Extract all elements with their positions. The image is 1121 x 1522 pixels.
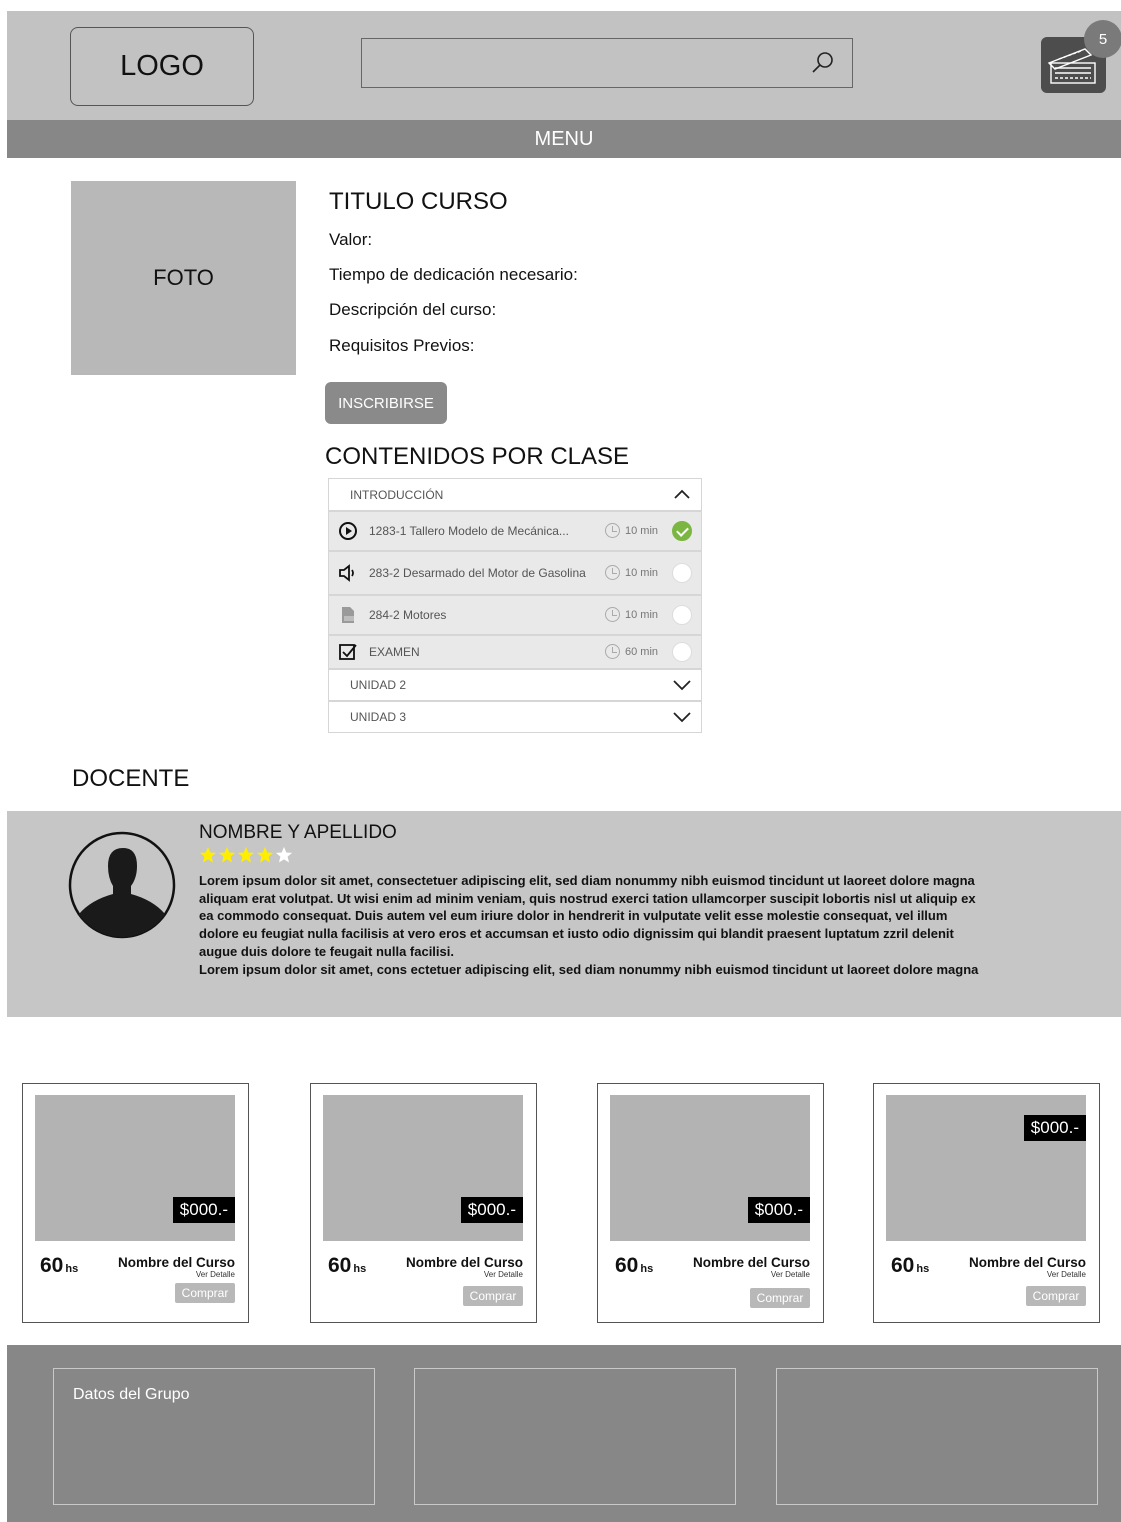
section-header-intro[interactable]: INTRODUCCIÓN xyxy=(328,478,702,511)
course-card[interactable]: $000.- 60 hs Nombre del Curso Ver Detalle… xyxy=(22,1083,249,1323)
course-time-label: Tiempo de dedicación necesario: xyxy=(329,265,578,284)
course-card[interactable]: $000.- 60 hs Nombre del Curso Ver Detalle… xyxy=(597,1083,824,1323)
clock-icon xyxy=(605,644,620,659)
course-name[interactable]: Nombre del Curso xyxy=(969,1255,1086,1270)
course-card-image: $000.- xyxy=(35,1095,235,1241)
course-price-label: Valor: xyxy=(329,230,373,249)
completed-check-icon[interactable] xyxy=(672,521,692,541)
course-name[interactable]: Nombre del Curso xyxy=(693,1255,810,1270)
clock-icon xyxy=(605,565,620,580)
teacher-bio: Lorem ipsum dolor sit amet, consectetuer… xyxy=(199,872,1039,978)
exam-icon xyxy=(339,644,357,660)
item-duration: 10 min xyxy=(605,523,658,538)
contents-title: CONTENIDOS POR CLASE xyxy=(325,443,630,470)
chevron-down-icon[interactable] xyxy=(672,707,692,727)
buy-button[interactable]: Comprar xyxy=(750,1288,810,1308)
pdf-icon xyxy=(342,607,354,623)
logo[interactable]: LOGO xyxy=(70,27,254,106)
course-hours: 60 hs xyxy=(328,1254,367,1277)
item-duration: 60 min xyxy=(605,644,658,659)
chevron-up-icon[interactable] xyxy=(672,485,692,505)
duration-text: 60 min xyxy=(625,645,659,658)
list-item[interactable]: 1283-1 Tallero Modelo de Mecánica... 10 … xyxy=(328,511,702,551)
course-card[interactable]: $000.- 60 hs Nombre del Curso Ver Detalle… xyxy=(873,1083,1100,1323)
section-label: UNIDAD 3 xyxy=(350,710,407,724)
duration-text: 10 min xyxy=(625,566,659,579)
price-tag: $000.- xyxy=(460,1197,523,1223)
section-label: UNIDAD 2 xyxy=(350,678,407,692)
buy-button[interactable]: Comprar xyxy=(463,1286,523,1306)
rating-stars xyxy=(199,846,293,864)
course-prereq-label: Requisitos Previos: xyxy=(329,336,475,355)
item-duration: 10 min xyxy=(605,607,658,622)
star-filled-icon xyxy=(237,846,255,863)
course-card[interactable]: $000.- 60 hs Nombre del Curso Ver Detalle… xyxy=(310,1083,537,1323)
search-icon[interactable] xyxy=(810,50,836,76)
teacher-section-title: DOCENTE xyxy=(72,765,190,792)
item-label: 1283-1 Tallero Modelo de Mecánica... xyxy=(369,524,569,538)
item-label: 284-2 Motores xyxy=(369,608,447,622)
course-title: TITULO CURSO xyxy=(329,188,508,215)
cart-badge: 5 xyxy=(1084,20,1121,58)
star-filled-icon xyxy=(256,846,274,863)
section-label: INTRODUCCIÓN xyxy=(350,487,444,502)
buy-button[interactable]: Comprar xyxy=(175,1283,235,1303)
bio-line: ea commodo consequat. Duis autem vel eum… xyxy=(199,908,948,924)
course-card-image: $000.- xyxy=(323,1095,523,1241)
bio-line: Lorem ipsum dolor sit amet, consectetuer… xyxy=(199,873,975,888)
view-detail-link[interactable]: Ver Detalle xyxy=(484,1270,523,1279)
course-card-image: $000.- xyxy=(610,1095,810,1241)
footer-box-3 xyxy=(776,1368,1098,1505)
avatar xyxy=(68,831,176,939)
enroll-button[interactable]: INSCRIBIRSE xyxy=(325,382,447,424)
bio-line: augue duis dolore te feugait nulla facil… xyxy=(199,943,454,959)
price-tag: $000.- xyxy=(172,1197,235,1223)
list-item[interactable]: EXAMEN 60 min xyxy=(328,635,702,669)
course-hours: 60 hs xyxy=(40,1254,79,1277)
star-empty-icon xyxy=(275,846,293,863)
bio-line: Lorem ipsum dolor sit amet, cons ectetue… xyxy=(199,961,979,977)
chevron-down-icon[interactable] xyxy=(672,675,692,695)
course-photo: FOTO xyxy=(71,181,296,375)
buy-button[interactable]: Comprar xyxy=(1026,1286,1086,1306)
search-input[interactable] xyxy=(361,38,853,88)
view-detail-link[interactable]: Ver Detalle xyxy=(1047,1270,1086,1279)
star-filled-icon xyxy=(218,846,236,863)
view-detail-link[interactable]: Ver Detalle xyxy=(771,1270,810,1279)
footer-box-group-data: Datos del Grupo xyxy=(53,1368,375,1505)
teacher-name: NOMBRE Y APELLIDO xyxy=(199,822,397,843)
footer-box-2 xyxy=(414,1368,736,1505)
clock-icon xyxy=(605,607,620,622)
menu-bar[interactable]: MENU xyxy=(7,120,1121,158)
list-item[interactable]: 283-2 Desarmado del Motor de Gasolina 10… xyxy=(328,551,702,595)
course-card-image: $000.- xyxy=(886,1095,1086,1241)
audio-icon xyxy=(339,564,354,582)
course-name[interactable]: Nombre del Curso xyxy=(406,1255,523,1270)
duration-text: 10 min xyxy=(625,524,659,537)
duration-text: 10 min xyxy=(625,608,659,621)
section-header-unidad-3[interactable]: UNIDAD 3 xyxy=(328,701,702,733)
status-circle-icon[interactable] xyxy=(672,605,692,625)
star-filled-icon xyxy=(199,846,217,863)
section-header-unidad-2[interactable]: UNIDAD 2 xyxy=(328,669,702,701)
price-tag: $000.- xyxy=(747,1197,810,1223)
course-name[interactable]: Nombre del Curso xyxy=(118,1255,235,1270)
bio-line: aliquam erat volutpat. Ut wisi enim ad m… xyxy=(199,890,976,906)
item-duration: 10 min xyxy=(605,565,658,580)
clock-icon xyxy=(605,523,620,538)
course-hours: 60 hs xyxy=(891,1254,930,1277)
list-item[interactable]: 284-2 Motores 10 min xyxy=(328,595,702,635)
status-circle-icon[interactable] xyxy=(672,563,692,583)
bio-line: dolore eu feugiat nulla facilisis at ver… xyxy=(199,926,954,942)
item-label: EXAMEN xyxy=(369,645,420,659)
view-detail-link[interactable]: Ver Detalle xyxy=(196,1270,235,1279)
course-description-label: Descripción del curso: xyxy=(329,300,497,319)
play-icon xyxy=(339,522,357,540)
item-label: 283-2 Desarmado del Motor de Gasolina xyxy=(369,566,586,580)
footer-box-label: Datos del Grupo xyxy=(73,1386,190,1403)
status-circle-icon[interactable] xyxy=(672,642,692,662)
price-tag: $000.- xyxy=(1023,1115,1086,1141)
course-hours: 60 hs xyxy=(615,1254,654,1277)
